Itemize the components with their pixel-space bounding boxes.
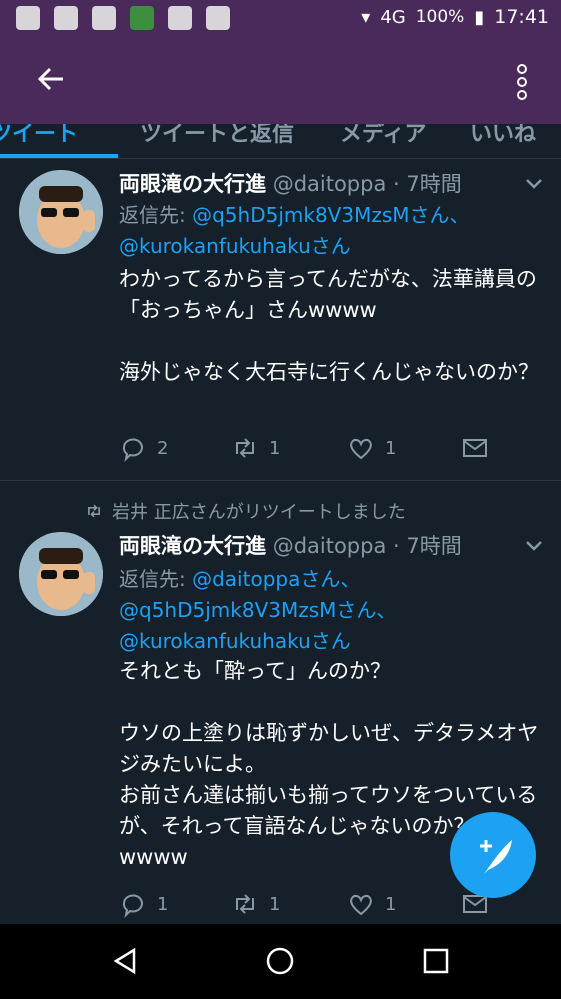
tab-tweets[interactable]: ツイート — [0, 124, 78, 148]
share-button[interactable] — [461, 434, 489, 462]
heart-icon — [350, 894, 372, 916]
mention-link[interactable]: @q5hD5jmk8V3MzsMさん、 — [192, 203, 469, 227]
retweet-icon — [236, 894, 254, 914]
tab-tweets-replies[interactable]: ツイートと返信 — [140, 124, 294, 148]
back-arrow-icon[interactable] — [36, 64, 66, 94]
handle[interactable]: @daitoppa — [273, 534, 387, 558]
retweet-icon — [88, 504, 100, 518]
chevron-down-icon[interactable] — [525, 540, 543, 552]
compose-feather-icon — [480, 840, 512, 874]
timestamp: 7時間 — [406, 172, 462, 196]
avatar[interactable] — [19, 170, 103, 254]
mention-link[interactable]: @kurokanfukuhakuさん — [119, 234, 351, 258]
tab-media[interactable]: メディア — [340, 124, 426, 148]
timestamp: 7時間 — [406, 534, 462, 558]
like-count: 1 — [385, 893, 397, 915]
display-name[interactable]: 両眼滝の大行進 — [119, 172, 266, 196]
retweet-count: 1 — [269, 437, 281, 459]
reply-to: 返信先: @q5hD5jmk8V3MzsMさん、 @kurokanfukuhak… — [119, 200, 549, 262]
tweet-actions: 2 1 1 — [119, 434, 519, 462]
nav-back-icon[interactable] — [110, 946, 140, 976]
nav-home-icon[interactable] — [265, 946, 295, 976]
status-bar: ▾ 4G 100% ▮ 17:41 — [0, 0, 561, 40]
battery-icon: ▮ — [474, 6, 485, 28]
separator: · — [386, 534, 407, 558]
wifi-badge-icon — [168, 6, 192, 30]
shield-icon — [206, 6, 230, 30]
vibrate-icon — [130, 6, 154, 30]
gallery-icon — [92, 6, 116, 30]
reply-count: 2 — [157, 437, 169, 459]
mention-link[interactable]: @q5hD5jmk8V3MzsMさん、 — [119, 598, 396, 622]
reply-button[interactable]: 1 — [119, 890, 168, 918]
app-bar — [0, 40, 561, 124]
retweet-button[interactable]: 1 — [231, 890, 280, 918]
reply-prefix: 返信先: — [119, 567, 193, 591]
tweet-text: わかってるから言ってんだがな、法華講員の「おっちゃん」さんwwww 海外じゃなく… — [119, 267, 539, 384]
notification-icons — [16, 6, 230, 30]
battery-percent: 100% — [415, 7, 465, 27]
signal-icon: ▾ — [361, 6, 371, 28]
retweet-button[interactable]: 1 — [231, 434, 280, 462]
reply-prefix: 返信先: — [119, 203, 193, 227]
tab-likes[interactable]: いいね — [470, 124, 536, 148]
like-count: 1 — [385, 437, 397, 459]
notification-icon — [16, 6, 40, 30]
mail-icon — [463, 439, 487, 457]
reply-icon — [122, 438, 143, 462]
tweet[interactable]: 両眼滝の大行進 @daitoppa · 7時間 返信先: @q5hD5jmk8V… — [0, 158, 561, 481]
separator: · — [386, 172, 407, 196]
heart-icon — [350, 438, 372, 460]
retweet-icon — [236, 438, 254, 458]
reply-count: 1 — [157, 893, 169, 915]
avatar[interactable] — [19, 532, 103, 616]
handle[interactable]: @daitoppa — [273, 172, 387, 196]
reply-icon — [122, 894, 143, 918]
network-type: 4G — [380, 6, 406, 28]
profile-tabs: ツイート ツイートと返信 メディア いいね — [0, 124, 561, 159]
system-indicators: ▾ 4G 100% ▮ 17:41 — [361, 6, 549, 28]
mention-link[interactable]: @kurokanfukuhakuさん — [119, 629, 351, 653]
like-button[interactable]: 1 — [347, 434, 396, 462]
display-name[interactable]: 両眼滝の大行進 — [119, 534, 266, 558]
reply-button[interactable]: 2 — [119, 434, 168, 462]
clock: 17:41 — [494, 6, 549, 28]
more-options-icon[interactable] — [517, 64, 527, 100]
retweeted-by[interactable]: 岩井 正広さんがリツイートしました — [112, 498, 406, 524]
nav-recents-icon[interactable] — [421, 946, 451, 976]
retweet-count: 1 — [269, 893, 281, 915]
mention-link[interactable]: @daitoppaさん、 — [192, 567, 360, 591]
tweet-header: 両眼滝の大行進 @daitoppa · 7時間 — [119, 168, 462, 198]
like-button[interactable]: 1 — [347, 890, 396, 918]
weather-icon — [54, 6, 78, 30]
system-nav-bar — [0, 924, 561, 999]
compose-tweet-button[interactable] — [450, 812, 536, 898]
retweet-context: 岩井 正広さんがリツイートしました — [84, 498, 406, 524]
chevron-down-icon[interactable] — [525, 178, 543, 190]
tweet-header: 両眼滝の大行進 @daitoppa · 7時間 — [119, 530, 462, 560]
reply-to: 返信先: @daitoppaさん、 @q5hD5jmk8V3MzsMさん、 @k… — [119, 564, 549, 657]
